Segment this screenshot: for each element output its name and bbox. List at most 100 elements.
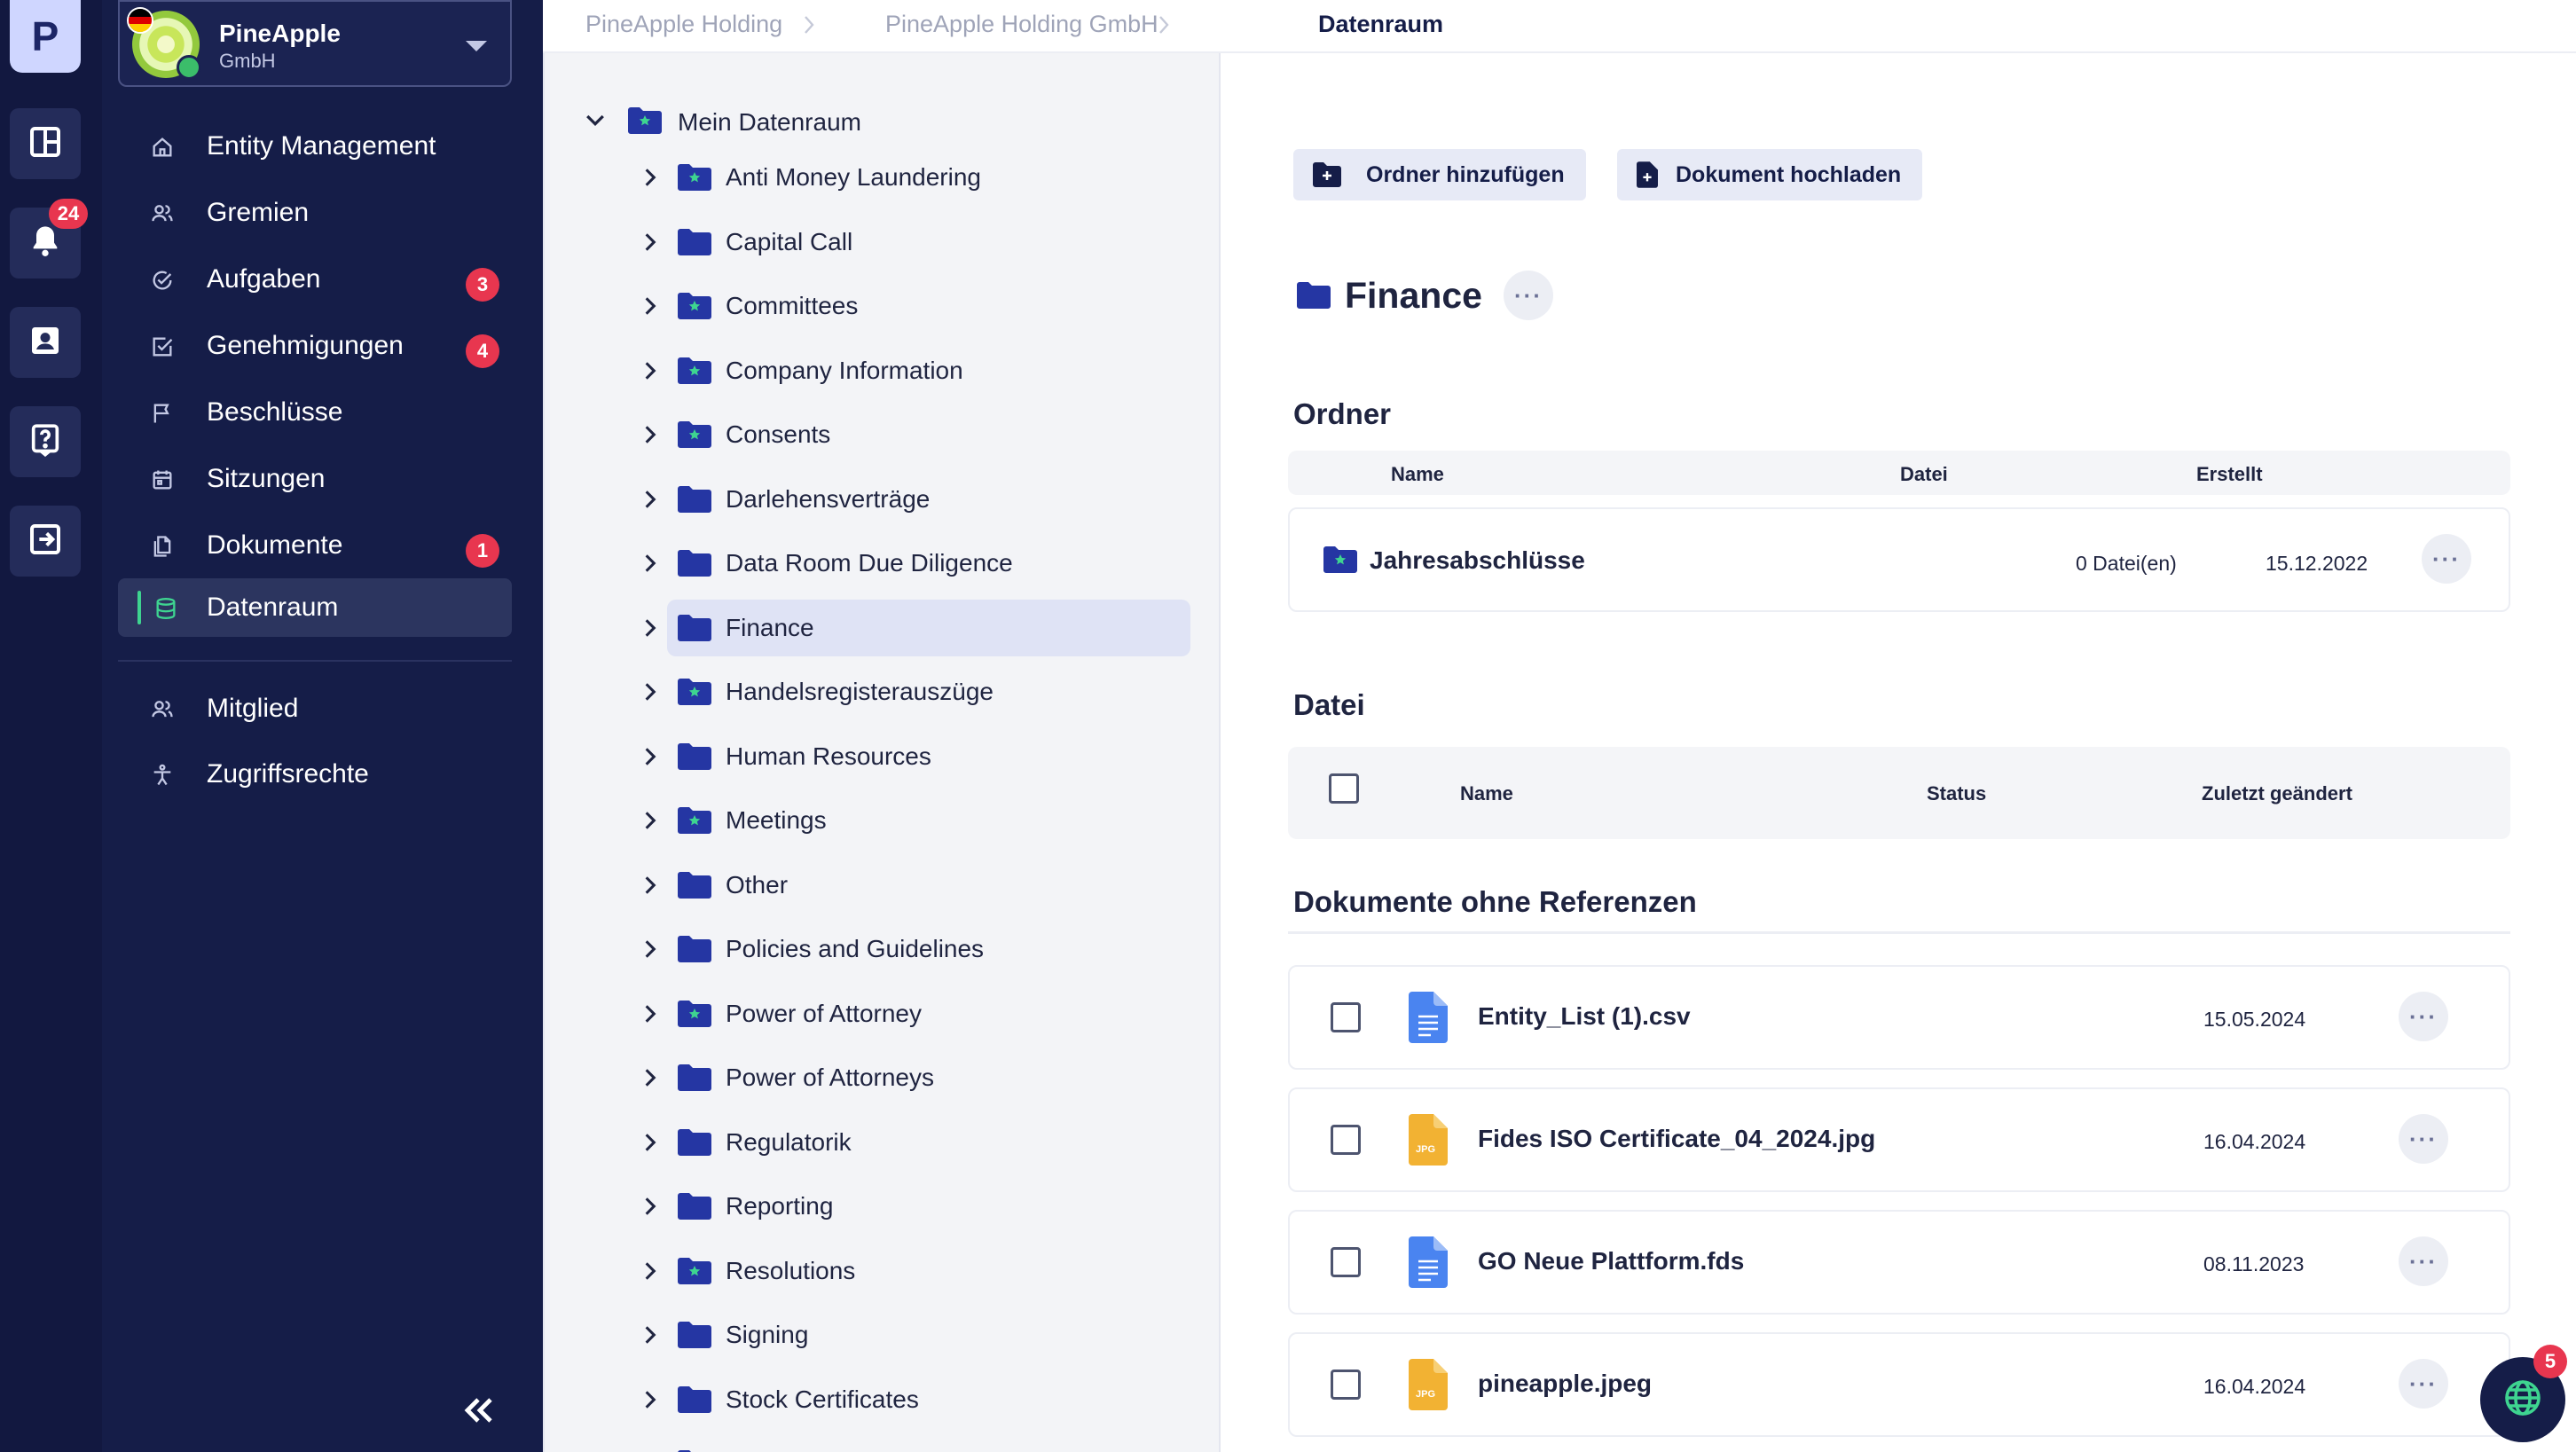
chevron-right-icon[interactable] xyxy=(639,616,662,640)
folder-row-more-button[interactable]: ··· xyxy=(2422,534,2471,584)
nav-item-gremien[interactable]: Gremien xyxy=(118,184,512,242)
column-header-name[interactable]: Name xyxy=(1460,782,1513,805)
column-header-datei[interactable]: Datei xyxy=(1900,463,1948,486)
company-switcher[interactable]: PineApple GmbH xyxy=(118,0,512,87)
chevron-right-icon[interactable] xyxy=(639,423,662,446)
folder-name[interactable]: Jahresabschlüsse xyxy=(1370,546,1585,575)
logout-button[interactable] xyxy=(10,506,81,577)
tree-folder-row[interactable]: Tasks xyxy=(667,1435,1190,1452)
breadcrumb-item[interactable]: PineApple Holding xyxy=(585,11,782,38)
chevron-right-icon[interactable] xyxy=(639,359,662,382)
chevron-right-icon[interactable] xyxy=(639,1388,662,1411)
document-row[interactable]: Entity_List (1).csv 15.05.2024 ··· xyxy=(1288,965,2510,1070)
chevron-right-icon[interactable] xyxy=(639,552,662,575)
tree-folder-label: Regulatorik xyxy=(726,1127,852,1156)
datei-table-header: Name Status Zuletzt geändert xyxy=(1288,747,2510,839)
document-name[interactable]: pineapple.jpeg xyxy=(1478,1370,1652,1398)
nav-item-entity-management[interactable]: Entity Management xyxy=(118,117,512,176)
document-name[interactable]: Entity_List (1).csv xyxy=(1478,1002,1691,1031)
column-header-erstellt[interactable]: Erstellt xyxy=(2196,463,2263,486)
chevron-right-icon[interactable] xyxy=(639,809,662,832)
nav-item-zugriffsrechte[interactable]: Zugriffsrechte xyxy=(118,745,512,804)
chevron-right-icon[interactable] xyxy=(639,1002,662,1025)
tree-folder-row[interactable]: Meetings xyxy=(645,792,1190,849)
column-header-status[interactable]: Status xyxy=(1927,782,1986,805)
chevron-right-icon[interactable] xyxy=(639,1323,662,1346)
nav-item-dokumente[interactable]: Dokumente 1 xyxy=(118,516,512,575)
document-checkbox[interactable] xyxy=(1331,1125,1361,1155)
tree-folder-row[interactable]: Policies and Guidelines xyxy=(645,921,1190,977)
chevron-right-icon[interactable] xyxy=(639,680,662,703)
contacts-button[interactable] xyxy=(10,307,81,378)
nav-label: Sitzungen xyxy=(207,464,326,493)
document-checkbox[interactable] xyxy=(1331,1247,1361,1277)
tree-folder-row[interactable]: Consents xyxy=(645,406,1190,463)
tree-folder-row[interactable]: Committees xyxy=(645,278,1190,334)
tree-folder-label: Company Information xyxy=(726,356,963,384)
tree-folder-row[interactable]: Anti Money Laundering xyxy=(645,149,1190,206)
chevron-right-icon[interactable] xyxy=(639,1195,662,1218)
chevron-right-icon[interactable] xyxy=(639,874,662,897)
nav-item-genehmigungen[interactable]: Genehmigungen 4 xyxy=(118,317,512,375)
layout-button[interactable] xyxy=(10,108,81,179)
tree-folder-row[interactable]: Human Resources xyxy=(645,728,1190,785)
tree-folder-row[interactable]: Reporting xyxy=(645,1178,1190,1235)
chevron-right-icon[interactable] xyxy=(639,231,662,254)
document-row[interactable]: GO Neue Plattform.fds 08.11.2023 ··· xyxy=(1288,1210,2510,1315)
tree-folder-row[interactable]: Resolutions xyxy=(645,1243,1190,1299)
document-more-button[interactable]: ··· xyxy=(2399,1236,2448,1286)
folder-more-button[interactable]: ··· xyxy=(1504,271,1553,320)
tree-folder-label: Consents xyxy=(726,420,831,448)
tree-folder-row[interactable]: Signing xyxy=(645,1307,1190,1363)
tree-folder-row[interactable]: Regulatorik xyxy=(645,1114,1190,1171)
nav-item-mitglied[interactable]: Mitglied xyxy=(118,679,512,738)
document-checkbox[interactable] xyxy=(1331,1002,1361,1032)
tree-folder-row[interactable]: Company Information xyxy=(645,342,1190,399)
column-header-modified[interactable]: Zuletzt geändert xyxy=(2202,782,2352,805)
document-row[interactable]: JPG Fides ISO Certificate_04_2024.jpg 16.0… xyxy=(1288,1087,2510,1192)
nav-label: Genehmigungen xyxy=(207,331,404,360)
add-folder-button[interactable]: Ordner hinzufügen xyxy=(1293,149,1586,200)
nav-item-datenraum[interactable]: Datenraum xyxy=(118,578,512,637)
nav-item-beschluesse[interactable]: Beschlüsse xyxy=(118,383,512,442)
nav-item-aufgaben[interactable]: Aufgaben 3 xyxy=(118,250,512,309)
document-more-button[interactable]: ··· xyxy=(2399,1359,2448,1409)
chevron-right-icon[interactable] xyxy=(639,488,662,511)
tree-folder-row[interactable]: Power of Attorney xyxy=(645,985,1190,1042)
chevron-right-icon[interactable] xyxy=(639,166,662,189)
document-more-button[interactable]: ··· xyxy=(2399,1114,2448,1164)
select-all-checkbox[interactable] xyxy=(1329,773,1359,804)
chevron-right-icon[interactable] xyxy=(639,938,662,961)
folder-icon xyxy=(678,228,711,255)
chevron-right-icon[interactable] xyxy=(639,294,662,318)
tree-folder-row[interactable]: Data Room Due Diligence xyxy=(645,535,1190,592)
help-button[interactable] xyxy=(10,406,81,477)
tree-folder-row[interactable]: Other xyxy=(645,857,1190,914)
document-more-button[interactable]: ··· xyxy=(2399,992,2448,1041)
document-name[interactable]: GO Neue Plattform.fds xyxy=(1478,1247,1744,1275)
nav-label: Beschlüsse xyxy=(207,397,343,427)
tree-folder-row[interactable]: Stock Certificates xyxy=(645,1371,1190,1428)
tree-folder-row[interactable]: Finance xyxy=(645,599,1190,656)
nav-item-sitzungen[interactable]: Sitzungen xyxy=(118,450,512,508)
document-name[interactable]: Fides ISO Certificate_04_2024.jpg xyxy=(1478,1125,1875,1153)
folder-file-count: 0 Datei(en) xyxy=(2076,552,2177,575)
column-header-name[interactable]: Name xyxy=(1391,463,1444,486)
upload-document-button[interactable]: Dokument hochladen xyxy=(1617,149,1923,200)
chevron-right-icon[interactable] xyxy=(639,1131,662,1154)
breadcrumb-item[interactable]: PineApple Holding GmbH xyxy=(885,11,1158,38)
chevron-right-icon[interactable] xyxy=(639,1260,662,1283)
document-row[interactable]: JPG pineapple.jpeg 16.04.2024 ··· xyxy=(1288,1332,2510,1437)
collapse-sidebar-button[interactable] xyxy=(457,1389,499,1432)
tree-folder-row[interactable]: Handelsregisterauszüge xyxy=(645,663,1190,720)
chevron-right-icon[interactable] xyxy=(639,745,662,768)
chevron-right-icon[interactable] xyxy=(639,1066,662,1089)
document-checkbox[interactable] xyxy=(1331,1370,1361,1400)
tree-folder-row[interactable]: Darlehensverträge xyxy=(645,471,1190,528)
tree-folder-label: Reporting xyxy=(726,1192,834,1220)
tree-folder-row[interactable]: Power of Attorneys xyxy=(645,1049,1190,1106)
app-logo[interactable]: P xyxy=(10,0,81,73)
folder-row[interactable]: Jahresabschlüsse 0 Datei(en) 15.12.2022 … xyxy=(1288,507,2510,612)
tree-folder-row[interactable]: Capital Call xyxy=(645,214,1190,271)
tree-root[interactable]: Mein Datenraum xyxy=(582,105,861,140)
